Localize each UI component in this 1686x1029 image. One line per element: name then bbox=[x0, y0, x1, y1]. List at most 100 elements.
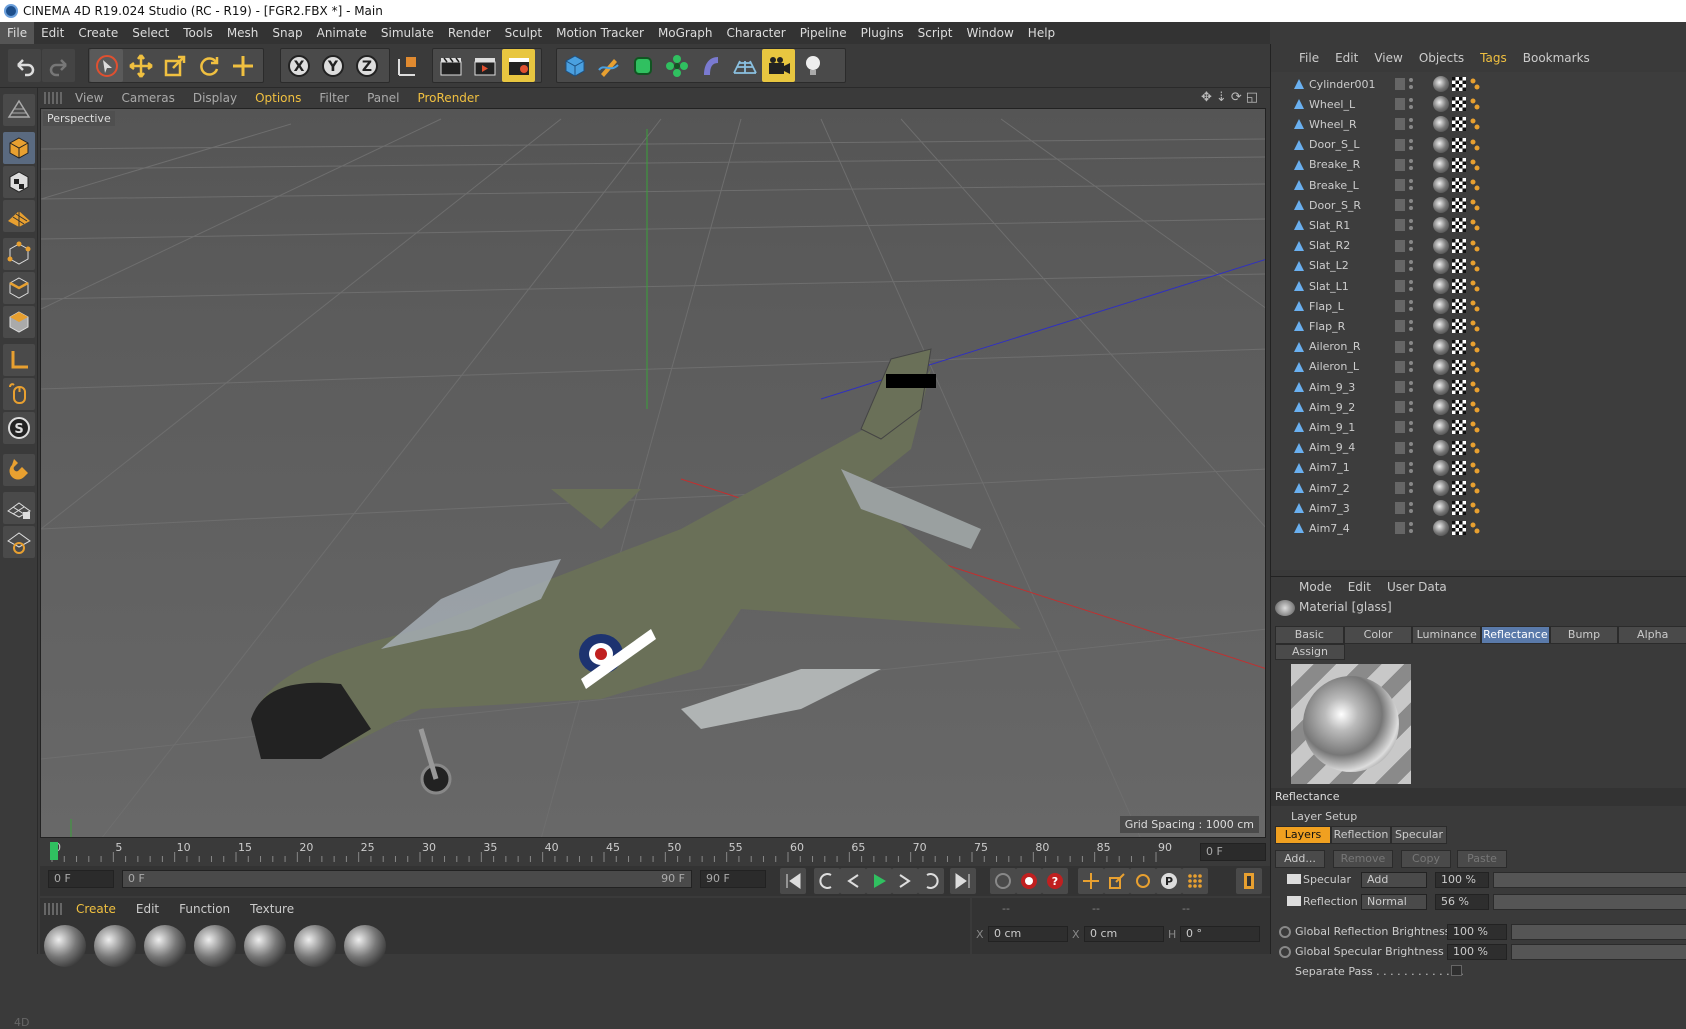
object-name[interactable]: Flap_R bbox=[1309, 320, 1345, 333]
render-settings-button[interactable] bbox=[502, 49, 535, 82]
copy-layer-button[interactable]: Copy bbox=[1401, 850, 1451, 868]
specular-opacity-slider[interactable] bbox=[1493, 872, 1686, 888]
editor-render-visibility-icon[interactable] bbox=[1408, 279, 1414, 293]
workplane-lock-button[interactable] bbox=[3, 492, 35, 524]
menu-pipeline[interactable]: Pipeline bbox=[793, 22, 854, 44]
render-view-button[interactable] bbox=[434, 49, 467, 82]
global-specular-field[interactable]: 100 % bbox=[1447, 944, 1507, 960]
material-tag-icon[interactable] bbox=[1433, 197, 1449, 214]
selection-tag-icon[interactable] bbox=[1470, 521, 1480, 535]
object-name[interactable]: Slat_L1 bbox=[1309, 280, 1349, 293]
uvw-tag-icon[interactable] bbox=[1452, 481, 1466, 495]
material-tag-icon[interactable] bbox=[1433, 217, 1449, 234]
cube-button[interactable] bbox=[558, 49, 591, 82]
material-tag-icon[interactable] bbox=[1433, 459, 1449, 476]
specular-blend-mode-select[interactable]: Add bbox=[1361, 872, 1427, 888]
material-swatch[interactable] bbox=[294, 925, 336, 967]
object-row[interactable]: Aim_9_3 bbox=[1271, 377, 1686, 397]
layer-visibility-icon[interactable] bbox=[1395, 340, 1405, 353]
object-row[interactable]: Aim7_1 bbox=[1271, 458, 1686, 478]
selection-tag-icon[interactable] bbox=[1470, 138, 1480, 152]
material-tag-icon[interactable] bbox=[1433, 177, 1449, 193]
editor-render-visibility-icon[interactable] bbox=[1408, 77, 1414, 91]
reflection-layer-tab[interactable]: Reflection bbox=[1331, 826, 1391, 844]
next-frame-button[interactable] bbox=[892, 868, 918, 894]
size-x-field[interactable]: 0 cm bbox=[1084, 926, 1164, 942]
editor-render-visibility-icon[interactable] bbox=[1408, 501, 1414, 515]
selection-tag-icon[interactable] bbox=[1470, 420, 1480, 434]
selection-tag-icon[interactable] bbox=[1470, 198, 1480, 212]
eye-icon[interactable] bbox=[1287, 874, 1301, 884]
material-tag-icon[interactable] bbox=[1433, 439, 1449, 456]
layer-visibility-icon[interactable] bbox=[1395, 482, 1405, 494]
selection-tag-icon[interactable] bbox=[1470, 400, 1480, 414]
om-menu-objects[interactable]: Objects bbox=[1411, 51, 1472, 65]
object-name[interactable]: Breake_L bbox=[1309, 179, 1359, 192]
uvw-tag-icon[interactable] bbox=[1452, 117, 1466, 132]
object-row[interactable]: Cylinder001 bbox=[1271, 74, 1686, 94]
camera-button[interactable] bbox=[762, 49, 795, 82]
menu-help[interactable]: Help bbox=[1021, 22, 1062, 44]
tab-reflectance[interactable]: Reflectance bbox=[1481, 626, 1550, 644]
object-name[interactable]: Aim7_3 bbox=[1309, 502, 1350, 515]
object-name[interactable]: Cylinder001 bbox=[1309, 78, 1376, 91]
selection-tag-icon[interactable] bbox=[1470, 97, 1480, 111]
object-name[interactable]: Aileron_L bbox=[1309, 360, 1359, 373]
preview-range-slider[interactable]: 0 F 90 F bbox=[122, 870, 692, 888]
object-row[interactable]: Door_S_R bbox=[1271, 195, 1686, 215]
tab-assign[interactable]: Assign bbox=[1275, 644, 1345, 660]
paste-layer-button[interactable]: Paste bbox=[1457, 850, 1507, 868]
editor-render-visibility-icon[interactable] bbox=[1408, 299, 1414, 313]
om-menu-file[interactable]: File bbox=[1291, 51, 1327, 65]
object-name[interactable]: Wheel_R bbox=[1309, 118, 1357, 131]
reflection-blend-mode-select[interactable]: Normal bbox=[1361, 894, 1427, 910]
z-axis-lock-button[interactable]: Z bbox=[350, 49, 383, 82]
uvw-tag-icon[interactable] bbox=[1452, 198, 1466, 213]
render-picture-viewer-button[interactable] bbox=[468, 49, 501, 82]
uvw-tag-icon[interactable] bbox=[1452, 258, 1466, 273]
menu-script[interactable]: Script bbox=[911, 22, 960, 44]
layers-tab[interactable]: Layers bbox=[1275, 826, 1331, 844]
menu-simulate[interactable]: Simulate bbox=[374, 22, 441, 44]
animate-radio-icon[interactable] bbox=[1279, 926, 1291, 938]
object-name[interactable]: Aim_9_3 bbox=[1309, 381, 1355, 394]
editor-render-visibility-icon[interactable] bbox=[1408, 340, 1414, 354]
editor-render-visibility-icon[interactable] bbox=[1408, 97, 1414, 111]
editor-render-visibility-icon[interactable] bbox=[1408, 441, 1414, 455]
menu-mesh[interactable]: Mesh bbox=[220, 22, 266, 44]
layer-visibility-icon[interactable] bbox=[1395, 502, 1405, 515]
editor-render-visibility-icon[interactable] bbox=[1408, 521, 1414, 535]
layer-visibility-icon[interactable] bbox=[1395, 179, 1405, 191]
layer-visibility-icon[interactable] bbox=[1395, 138, 1405, 151]
y-axis-lock-button[interactable]: Y bbox=[316, 49, 349, 82]
perspective-viewport[interactable]: Perspective Grid Spacing : 1000 cm bbox=[40, 108, 1266, 838]
material-swatch[interactable] bbox=[344, 925, 386, 967]
uvw-tag-icon[interactable] bbox=[1452, 400, 1466, 415]
object-row[interactable]: Flap_L bbox=[1271, 296, 1686, 316]
selection-tag-icon[interactable] bbox=[1470, 259, 1480, 273]
material-tag-icon[interactable] bbox=[1433, 480, 1449, 496]
uvw-tag-icon[interactable] bbox=[1452, 238, 1466, 253]
object-row[interactable]: Aileron_L bbox=[1271, 357, 1686, 377]
object-name[interactable]: Slat_R1 bbox=[1309, 219, 1350, 232]
uvw-tag-icon[interactable] bbox=[1452, 218, 1466, 233]
om-menu-bookmarks[interactable]: Bookmarks bbox=[1515, 51, 1598, 65]
position-track-button[interactable] bbox=[1078, 868, 1104, 894]
material-tag-icon[interactable] bbox=[1433, 257, 1449, 274]
layer-visibility-icon[interactable] bbox=[1395, 78, 1405, 90]
selection-tag-icon[interactable] bbox=[1470, 319, 1480, 333]
points-mode-button[interactable] bbox=[3, 238, 35, 270]
uvw-tag-icon[interactable] bbox=[1452, 137, 1466, 152]
layer-visibility-icon[interactable] bbox=[1395, 360, 1405, 373]
editor-render-visibility-icon[interactable] bbox=[1408, 420, 1414, 434]
editor-render-visibility-icon[interactable] bbox=[1408, 461, 1414, 475]
floor-button[interactable] bbox=[728, 49, 761, 82]
viewport-menu-options[interactable]: Options bbox=[246, 91, 310, 105]
tab-luminance[interactable]: Luminance bbox=[1412, 626, 1482, 644]
live-selection-button[interactable] bbox=[226, 49, 259, 82]
selection-tag-icon[interactable] bbox=[1470, 218, 1480, 232]
editor-render-visibility-icon[interactable] bbox=[1408, 178, 1414, 192]
material-swatch[interactable] bbox=[244, 925, 286, 967]
goto-end-button[interactable] bbox=[950, 868, 976, 894]
selection-tag-icon[interactable] bbox=[1470, 501, 1480, 515]
